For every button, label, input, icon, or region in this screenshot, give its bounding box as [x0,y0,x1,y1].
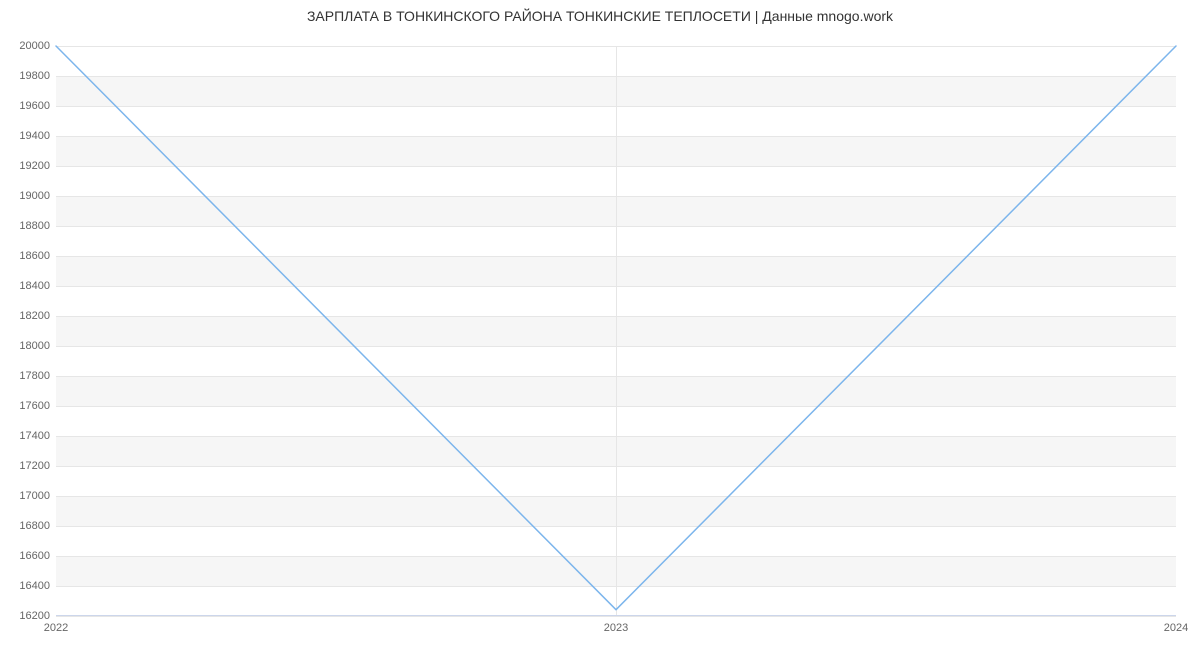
y-tick-label: 17800 [19,370,56,382]
y-tick-label: 17200 [19,460,56,472]
x-tick-label: 2023 [604,616,628,634]
x-tick-label: 2024 [1164,616,1188,634]
y-tick-label: 18400 [19,280,56,292]
y-tick-label: 17600 [19,400,56,412]
y-tick-label: 17400 [19,430,56,442]
y-tick-label: 18800 [19,220,56,232]
y-tick-label: 20000 [19,40,56,52]
y-tick-label: 16800 [19,520,56,532]
x-tick-label: 2022 [44,616,68,634]
chart-container: ЗАРПЛАТА В ТОНКИНСКОГО РАЙОНА ТОНКИНСКИЕ… [0,0,1200,650]
y-tick-label: 19200 [19,160,56,172]
y-tick-label: 16400 [19,580,56,592]
y-tick-label: 19000 [19,190,56,202]
y-tick-label: 19600 [19,100,56,112]
y-tick-label: 18600 [19,250,56,262]
y-tick-label: 18200 [19,310,56,322]
line-series [56,46,1176,616]
y-tick-label: 18000 [19,340,56,352]
y-tick-label: 19800 [19,70,56,82]
chart-title: ЗАРПЛАТА В ТОНКИНСКОГО РАЙОНА ТОНКИНСКИЕ… [0,8,1200,24]
y-tick-label: 17000 [19,490,56,502]
plot-area: 1620016400166001680017000172001740017600… [55,45,1177,617]
line-path [56,46,1176,610]
y-tick-label: 19400 [19,130,56,142]
y-tick-label: 16600 [19,550,56,562]
